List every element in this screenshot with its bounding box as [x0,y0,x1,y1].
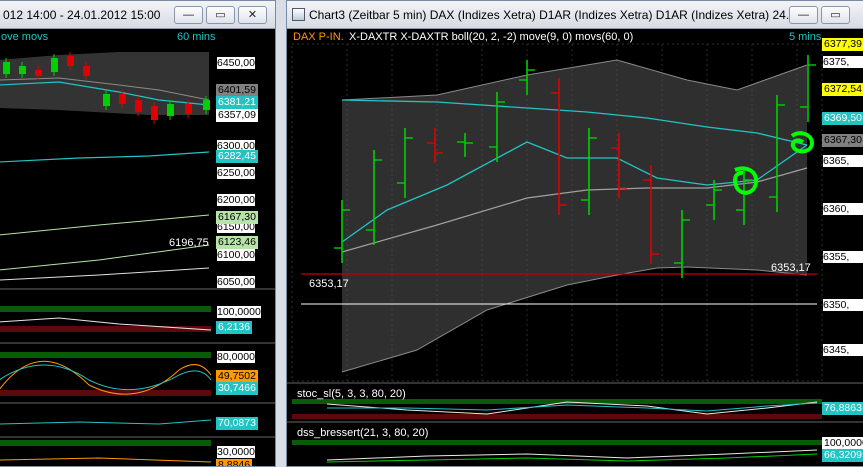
left-inline-label: 6196,75 [169,237,209,249]
ind1-axis-label: 100,0000 [217,306,261,318]
candle-body [185,104,192,114]
left-interval-label: 60 mins [177,31,216,43]
left-price-tag: 6167,30 [216,211,258,224]
horizontal-line-label-left: 6353,17 [309,278,349,290]
price-axis-label: 6365, [823,155,863,167]
left-axis-label: 6050,00 [217,276,255,288]
oversold-zone [292,414,822,419]
left-chart-area[interactable]: ove movs 60 mins 6450,00 6300,00 6250,00… [0,30,275,466]
candle-body [103,94,110,106]
chart-window-icon [292,8,305,21]
pane-divider[interactable] [0,402,275,404]
minimize-button[interactable]: — [789,6,818,24]
overbought-zone [0,306,211,312]
overbought-zone [292,440,822,445]
ind2-axis-label: 80,0000 [217,351,255,363]
candle-body [167,104,174,116]
stochastic-header: stoc_sl(5, 3, 3, 80, 20) [297,388,406,400]
studies-label: X-DAXTR X-DAXTR boll(20, 2, -2) move(9, … [349,31,634,43]
pane-divider[interactable] [0,342,275,344]
right-chart-window[interactable]: Chart3 (Zeitbar 5 min) DAX (Indizes Xetr… [286,0,863,467]
oversold-zone [0,326,211,332]
ind4-value-tag: 8,8846 [216,459,253,466]
bollinger-band [342,60,807,372]
candle-body [35,70,42,76]
indicator-signal-line [0,364,212,391]
pane-divider[interactable] [0,436,275,438]
left-price-tag: 6357,09 [216,109,258,122]
ind2-value-tag: 30,7466 [216,382,258,395]
left-price-tag: 6123,46 [216,236,258,249]
overbought-zone [0,352,211,358]
right-window-titlebar[interactable]: Chart3 (Zeitbar 5 min) DAX (Indizes Xetr… [287,1,863,29]
indicator-line [0,419,212,425]
left-window-title: 012 14:00 - 24.01.2012 15:00 [3,8,161,22]
candle-body [3,62,10,74]
price-axis-label: 6350, [823,299,863,311]
price-axis-label: 6375, [823,56,863,68]
price-tag-move: 6369,50 [822,112,863,125]
left-axis-label: 6100,00 [217,249,255,261]
ind3-value-tag: 70,0873 [216,417,258,430]
trend-line [0,267,210,281]
candle-body [83,66,90,76]
candle-body [19,66,26,74]
price-tag-movs: 6367,30 [822,134,863,147]
price-axis-label: 6355, [823,251,863,263]
price-axis-label: 6360, [823,203,863,215]
price-tag-last: 6372,54 [822,83,863,96]
dss-value-tag: 66,3209 [822,449,863,462]
candle-body [51,58,58,72]
close-button[interactable]: ✕ [238,6,267,24]
right-interval-label: 5 mins [789,31,822,43]
right-chart-area[interactable]: DAX P-IN. X-DAXTR X-DAXTR boll(20, 2, -2… [287,30,863,466]
restore-button[interactable]: ▭ [206,6,235,24]
left-chart-window[interactable]: 012 14:00 - 24.01.2012 15:00 — ▭ ✕ ove m… [0,0,276,467]
dss-header: dss_bressert(21, 3, 80, 20) [297,427,429,439]
left-price-tag: 6282,45 [216,150,258,163]
right-window-title: Chart3 (Zeitbar 5 min) DAX (Indizes Xetr… [309,8,796,22]
left-window-titlebar[interactable]: 012 14:00 - 24.01.2012 15:00 — ▭ ✕ [0,1,275,29]
candle-body [119,94,126,104]
stochastic-value-tag: 76,8863 [822,402,863,415]
long-move-line [0,151,210,163]
dss-line [326,449,818,461]
pane-divider[interactable] [0,288,275,290]
ind1-value-tag: 6,2136 [216,321,253,334]
oversold-zone [0,390,211,396]
candle-body [203,100,210,110]
left-axis-label: 6200,00 [217,194,255,206]
price-axis-label: 6345, [823,344,863,356]
left-studies-header: ove movs [1,31,49,43]
left-axis-label: 6450,00 [217,57,255,69]
horizontal-line-label-right: 6353,17 [771,262,811,274]
dss-signal-line [326,453,818,463]
symbol-label: DAX P-IN. [293,31,344,43]
overbought-zone [0,440,211,446]
candle-body [135,100,142,112]
minimize-button[interactable]: — [174,6,203,24]
candle-body [67,56,74,66]
pane-divider[interactable] [287,421,863,423]
pane-divider[interactable] [287,382,863,384]
left-axis-label: 6250,00 [217,167,255,179]
candle-body [151,106,158,120]
left-price-tag: 6381,21 [216,96,258,109]
price-tag-high: 6377,39 [822,38,863,51]
long-movs-line [0,214,210,236]
ind4-axis-label: 30,0000 [217,446,255,458]
right-price-chart[interactable] [287,30,863,467]
restore-button[interactable]: ▭ [821,6,850,24]
indicator-line [0,457,212,463]
